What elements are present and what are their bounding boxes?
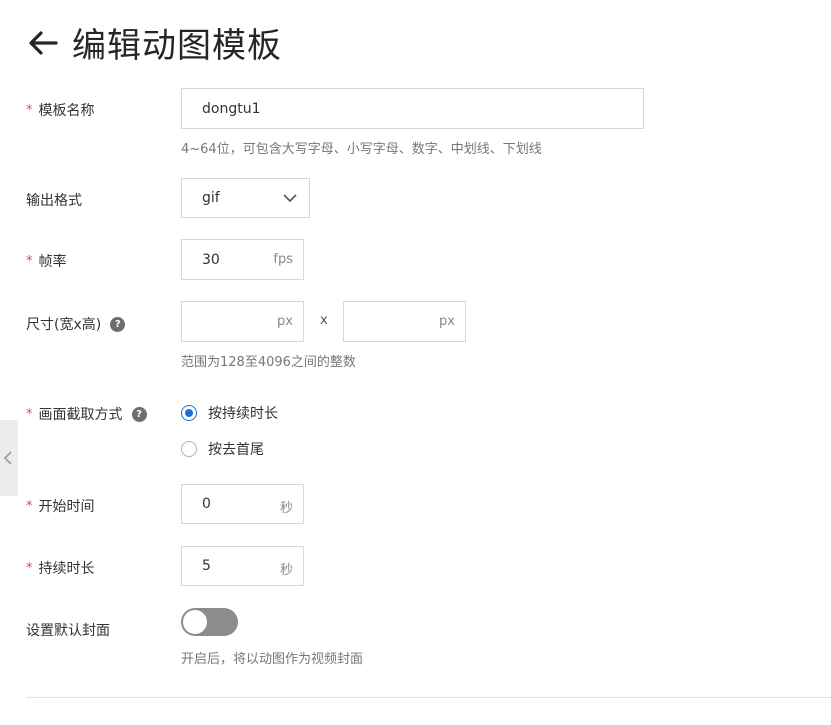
required-mark: *: [26, 102, 33, 118]
start-time-label: * 开始时间: [26, 496, 95, 516]
radio-by-duration-label: 按持续时长: [208, 406, 278, 422]
size-separator: x: [320, 313, 328, 328]
output-format-label-text: 输出格式: [26, 193, 82, 209]
start-time-value: 0: [202, 496, 211, 512]
question-circle-icon[interactable]: ?: [131, 406, 147, 422]
output-format-label: 输出格式: [26, 190, 82, 210]
radio-checked-icon: [181, 405, 197, 421]
default-cover-label: 设置默认封面: [26, 620, 110, 640]
size-label: 尺寸(宽x高) ?: [26, 314, 126, 334]
required-mark: *: [26, 498, 33, 514]
duration-label-text: 持续时长: [38, 561, 95, 577]
template-name-input[interactable]: dongtu1: [181, 88, 644, 129]
required-mark: *: [26, 406, 33, 422]
toggle-knob: [183, 610, 207, 634]
divider: [26, 697, 831, 698]
capture-mode-label-text: 画面截取方式: [38, 407, 123, 423]
frame-rate-label-text: 帧率: [38, 254, 67, 270]
chevron-down-icon: [283, 194, 297, 203]
width-input[interactable]: px: [181, 301, 304, 342]
duration-value: 5: [202, 558, 211, 574]
radio-by-duration[interactable]: 按持续时长: [181, 403, 278, 423]
frame-rate-label: * 帧率: [26, 251, 67, 271]
default-cover-hint: 开启后，将以动图作为视频封面: [181, 652, 364, 667]
question-circle-icon[interactable]: ?: [110, 316, 126, 332]
radio-unchecked-icon: [181, 441, 197, 457]
radio-trim-ends[interactable]: 按去首尾: [181, 439, 264, 459]
required-mark: *: [26, 253, 33, 269]
template-name-hint: 4~64位，可包含大写字母、小写字母、数字、中划线、下划线: [181, 142, 542, 157]
output-format-select[interactable]: gif: [181, 178, 310, 218]
start-time-input[interactable]: 0 秒: [181, 484, 304, 524]
capture-mode-label: * 画面截取方式 ?: [26, 404, 147, 424]
default-cover-toggle[interactable]: [181, 608, 238, 636]
page: 编辑动图模板 * 模板名称 dongtu1 4~64位，可包含大写字母、小写字母…: [0, 0, 831, 725]
default-cover-label-text: 设置默认封面: [26, 623, 110, 639]
template-name-value: dongtu1: [202, 100, 261, 117]
seconds-unit: 秒: [279, 563, 293, 578]
radio-trim-ends-label: 按去首尾: [208, 442, 264, 458]
page-title: 编辑动图模板: [72, 26, 282, 66]
duration-input[interactable]: 5 秒: [181, 546, 304, 586]
frame-rate-value: 30: [202, 251, 220, 268]
frame-rate-input[interactable]: 30 fps: [181, 239, 304, 280]
template-name-label-text: 模板名称: [38, 103, 95, 119]
seconds-unit: 秒: [279, 501, 293, 516]
size-hint: 范围为128至4096之间的整数: [181, 355, 356, 370]
width-unit: px: [277, 314, 293, 329]
size-label-text: 尺寸(宽x高): [26, 317, 102, 333]
page-header: 编辑动图模板: [26, 18, 282, 67]
height-input[interactable]: px: [343, 301, 466, 342]
duration-label: * 持续时长: [26, 558, 95, 578]
template-name-label: * 模板名称: [26, 100, 95, 120]
height-unit: px: [439, 314, 455, 329]
arrow-left-icon[interactable]: [26, 26, 60, 60]
output-format-value: gif: [202, 190, 220, 206]
start-time-label-text: 开始时间: [38, 499, 95, 515]
fps-unit: fps: [273, 252, 293, 267]
chevron-left-icon: [3, 451, 12, 465]
required-mark: *: [26, 560, 33, 576]
side-collapse-tab[interactable]: [0, 420, 18, 496]
